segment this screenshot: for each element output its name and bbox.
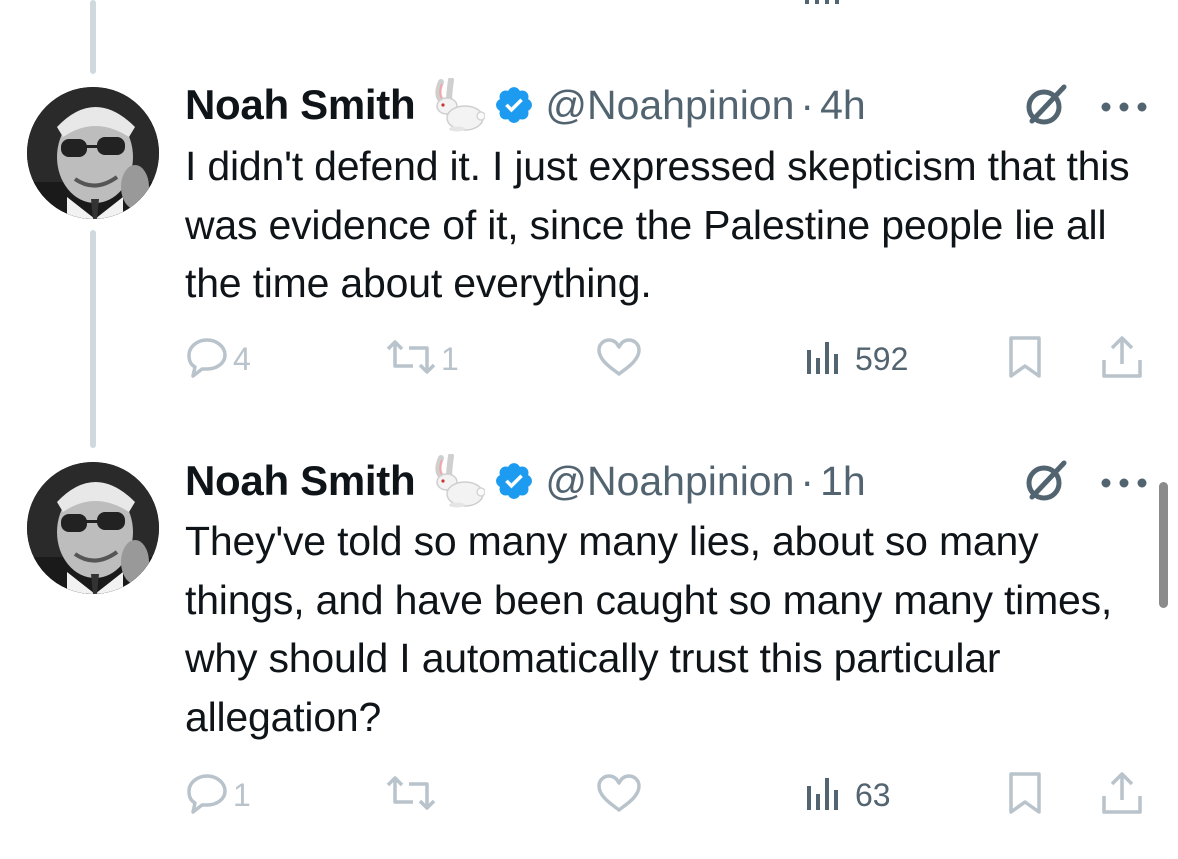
views-button[interactable]: 592 <box>805 334 908 384</box>
grok-icon[interactable] <box>1022 457 1070 505</box>
previous-tweet-actions <box>185 0 1145 6</box>
bookmark-icon <box>1005 334 1045 385</box>
reply-icon <box>185 772 229 819</box>
author-name[interactable]: Noah Smith <box>185 457 416 505</box>
views-button[interactable]: 63 <box>805 770 891 820</box>
reply-button[interactable]: 4 <box>185 334 251 384</box>
rabbit-emoji <box>427 78 486 132</box>
scrollbar[interactable] <box>1159 482 1168 608</box>
tweet-header: Noah Smith @Noahpinion · 1h <box>185 454 866 508</box>
grok-icon[interactable] <box>1022 81 1070 129</box>
bookmark-button[interactable] <box>1005 770 1045 820</box>
views-icon <box>805 336 841 383</box>
author-handle[interactable]: @Noahpinion <box>545 458 794 505</box>
views-count: 63 <box>855 776 891 813</box>
tweet-text: I didn't defend it. I just expressed ske… <box>185 143 1130 306</box>
separator-dot: · <box>800 81 815 128</box>
thread-line-middle <box>90 230 96 448</box>
tweet-actions: 4 1 592 <box>185 334 1145 384</box>
share-icon <box>1100 770 1144 821</box>
timestamp[interactable]: 4h <box>820 82 866 129</box>
bookmark-icon <box>1005 770 1045 821</box>
share-button[interactable] <box>1100 770 1144 820</box>
repost-icon <box>385 336 437 383</box>
thread-line-top <box>90 0 96 74</box>
repost-button[interactable]: 1 <box>385 334 459 384</box>
bookmark-button[interactable] <box>1005 334 1045 384</box>
repost-button[interactable] <box>385 770 441 820</box>
tweet-actions: 1 63 <box>185 770 1145 820</box>
reply-button[interactable]: 1 <box>185 770 251 820</box>
share-button[interactable] <box>1100 334 1144 384</box>
views-count: 592 <box>855 340 909 377</box>
rabbit-emoji <box>427 454 486 508</box>
more-options-icon[interactable] <box>1100 100 1148 112</box>
views-icon <box>805 772 841 819</box>
reply-count: 4 <box>233 340 251 377</box>
avatar[interactable] <box>27 462 159 594</box>
tweet-text: They've told so many many lies, about so… <box>185 518 1113 740</box>
repost-icon <box>385 772 437 819</box>
verified-badge-icon[interactable] <box>493 460 535 502</box>
reply-count: 1 <box>233 776 251 813</box>
author-handle[interactable]: @Noahpinion <box>545 82 794 129</box>
tweet-header: Noah Smith @Noahpinion · 4h <box>185 78 866 132</box>
avatar[interactable] <box>27 87 159 219</box>
like-icon <box>595 772 643 819</box>
author-name[interactable]: Noah Smith <box>185 81 416 129</box>
share-icon <box>1100 334 1144 385</box>
repost-count: 1 <box>441 340 459 377</box>
timestamp[interactable]: 1h <box>820 458 866 505</box>
separator-dot: · <box>800 457 815 504</box>
like-icon <box>595 336 643 383</box>
like-button[interactable] <box>595 334 643 384</box>
reply-icon <box>185 336 229 383</box>
verified-badge-icon[interactable] <box>493 84 535 126</box>
more-options-icon[interactable] <box>1100 476 1148 488</box>
like-button[interactable] <box>595 770 643 820</box>
